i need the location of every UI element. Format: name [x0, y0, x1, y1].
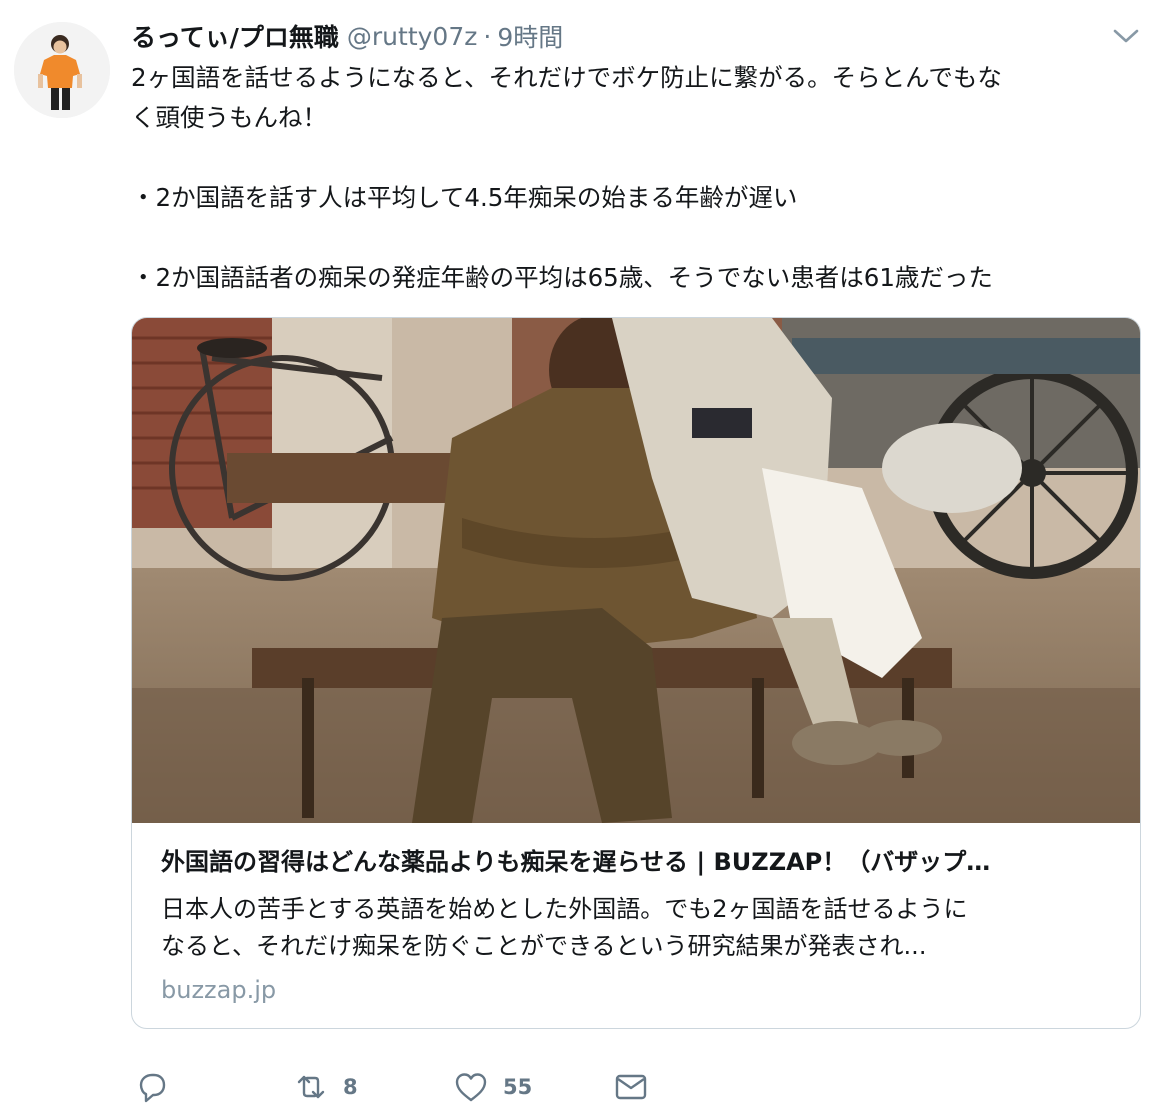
card-domain[interactable]: buzzap.jp [161, 973, 276, 1007]
like-button[interactable]: 55 [453, 1064, 532, 1110]
card-description-line: 日本人の苦手とする英語を始めとした外国語。でも2ヶ国語を話せるように [161, 895, 968, 923]
tweet-header: るってぃ/プロ無職 @rutty07z · 9時間 [131, 18, 563, 54]
direct-message-button[interactable] [613, 1064, 649, 1110]
tweet-text: 2ヶ国語を話せるようになると、それだけでボケ防止に繋がる。そらとんでもな く頭使… [131, 58, 1136, 298]
tweet-text-gap [131, 218, 1136, 258]
tweet-text-line: ・2か国語を話す人は平均して4.5年痴呆の始まる年齢が遅い [131, 183, 798, 212]
retweet-count: 8 [343, 1075, 358, 1099]
tweet-text-gap [131, 138, 1136, 178]
user-handle[interactable]: @rutty07z [347, 22, 477, 51]
tweet-actions: 8 55 [131, 1064, 1131, 1110]
tweet-text-line: く頭使うもんね！ [131, 103, 327, 132]
retweet-icon [297, 1075, 325, 1099]
avatar-image [14, 22, 110, 118]
like-count: 55 [503, 1075, 533, 1099]
separator-dot: · [483, 21, 492, 51]
chevron-down-icon[interactable] [1112, 26, 1140, 46]
card-photo [132, 318, 1140, 823]
retweet-button[interactable]: 8 [293, 1064, 358, 1110]
link-preview-card[interactable]: 外国語の習得はどんな薬品よりも痴呆を遅らせる | BUZZAP！（バザップ… 日… [131, 317, 1141, 1029]
card-description-line: なると、それだけ痴呆を防ぐことができるという研究結果が発表され... [161, 932, 927, 960]
tweet-timestamp[interactable]: 9時間 [497, 18, 563, 54]
card-description: 日本人の苦手とする英語を始めとした外国語。でも2ヶ国語を話せるように なると、そ… [161, 891, 1121, 965]
display-name[interactable]: るってぃ/プロ無職 [131, 18, 339, 54]
card-image[interactable] [132, 318, 1140, 823]
envelope-icon [615, 1074, 647, 1100]
heart-icon [455, 1073, 487, 1102]
reply-icon [139, 1073, 166, 1103]
avatar[interactable] [14, 22, 110, 118]
tweet-text-line: ・2か国語話者の痴呆の発症年齢の平均は65歳、そうでない患者は61歳だった [131, 263, 993, 292]
reply-button[interactable] [133, 1064, 169, 1110]
tweet-text-line: 2ヶ国語を話せるようになると、それだけでボケ防止に繋がる。そらとんでもな [131, 63, 1002, 92]
card-title[interactable]: 外国語の習得はどんな薬品よりも痴呆を遅らせる | BUZZAP！（バザップ… [161, 845, 1116, 879]
